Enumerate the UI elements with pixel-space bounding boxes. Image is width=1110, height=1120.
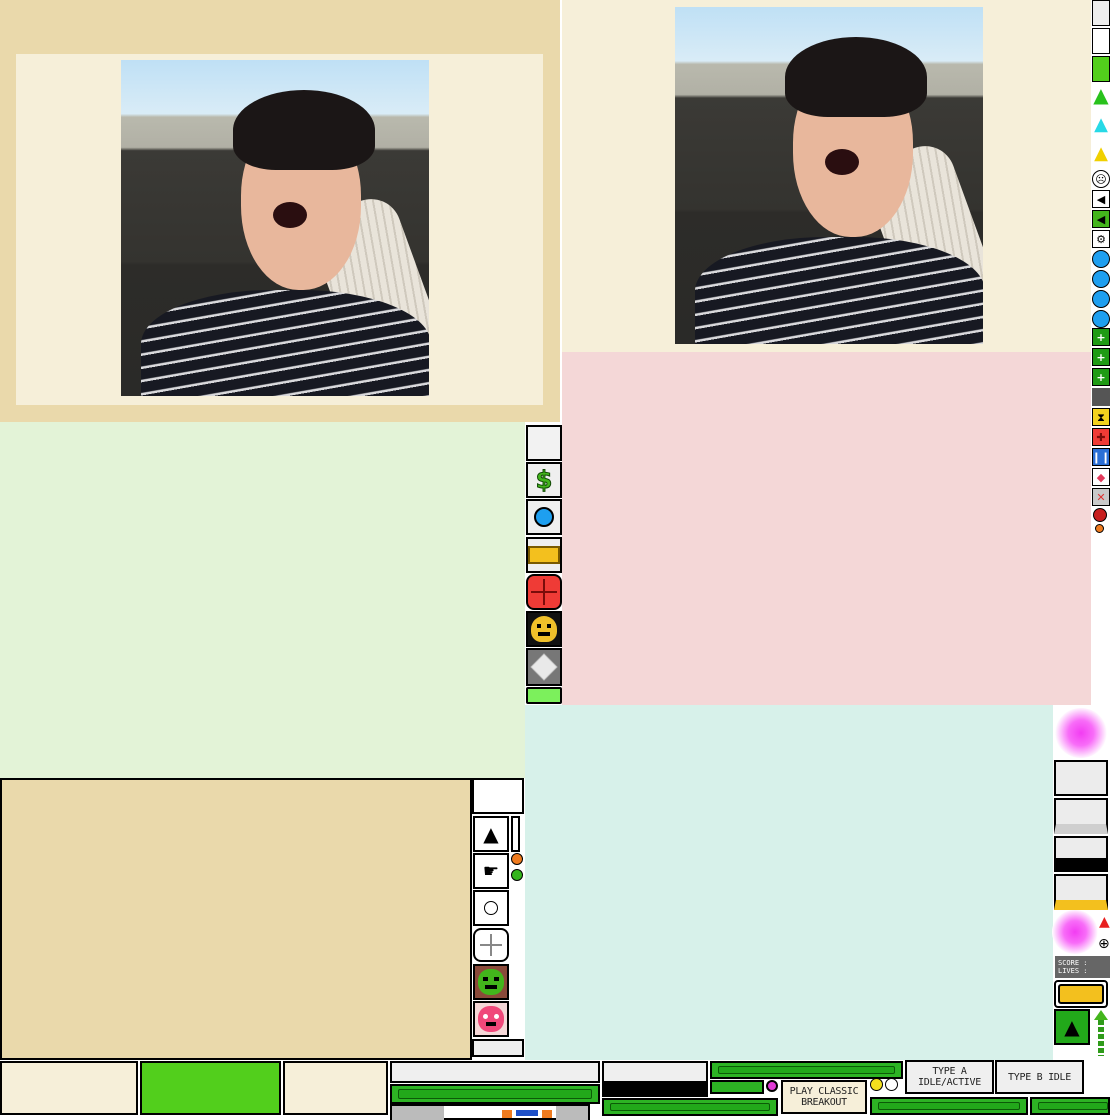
blank-button[interactable] — [1054, 836, 1108, 872]
green-progress-bar — [710, 1061, 903, 1079]
top-right-panel — [562, 0, 1091, 352]
bottom-left-panel — [0, 778, 472, 1060]
dollar-icon[interactable]: $ — [526, 462, 562, 498]
blank-button[interactable] — [472, 778, 524, 814]
cross-box-icon[interactable]: ✕ — [1092, 488, 1110, 506]
red-target-icon[interactable]: ✚ — [1092, 428, 1110, 446]
type-b-button[interactable]: TYPE B IDLE — [995, 1060, 1084, 1094]
shield-icon[interactable]: ◆ — [1092, 468, 1110, 486]
blue-ball-icon[interactable] — [1092, 310, 1110, 328]
type-b-label: TYPE B IDLE — [1008, 1071, 1071, 1083]
orange-dot-icon[interactable] — [1095, 524, 1104, 533]
top-left-panel — [0, 0, 560, 422]
blank-button[interactable] — [1054, 760, 1108, 796]
green-monster-icon[interactable] — [473, 964, 509, 1000]
blank-button[interactable] — [1092, 28, 1110, 54]
white-ball-icon — [885, 1078, 898, 1091]
green-coin-icon — [511, 869, 523, 881]
yellow-bar-icon[interactable] — [526, 537, 562, 573]
play-classic-breakout-button[interactable]: PLAY CLASSIC BREAKOUT — [781, 1080, 867, 1114]
magenta-ball-icon — [766, 1080, 778, 1092]
hand-pointer-icon[interactable]: ☛ — [473, 853, 509, 889]
blue-ball-icon[interactable] — [1092, 270, 1110, 288]
cyan-cursor-icon[interactable]: ▲ — [1092, 116, 1110, 134]
type-a-label: TYPE A IDLE/ACTIVE — [918, 1066, 981, 1088]
small-side-bar — [511, 816, 520, 852]
green-button[interactable] — [1092, 56, 1110, 82]
player-photo-right — [675, 7, 983, 344]
yellow-cursor-icon[interactable]: ▲ — [1092, 145, 1110, 163]
green-cross-icon[interactable]: + — [1092, 348, 1110, 366]
blank-button[interactable] — [390, 1061, 600, 1083]
hourglass-icon[interactable]: ⧗ — [1092, 408, 1110, 426]
green-bar-icon[interactable] — [526, 687, 562, 704]
pink-panel — [562, 352, 1091, 705]
cream-button[interactable] — [0, 1061, 138, 1115]
skull-icon[interactable]: ☹ — [1092, 170, 1110, 188]
green-up-arrow-icon — [1094, 1010, 1108, 1058]
score-label: SCORE : — [1058, 959, 1088, 967]
green-progress-bar — [710, 1080, 764, 1094]
speaker-active-icon[interactable]: ◀ — [1092, 210, 1110, 228]
gear-icon[interactable]: ⚙ — [1092, 230, 1110, 248]
magenta-glow-icon — [1052, 910, 1098, 954]
green-progress-bar — [1030, 1097, 1110, 1115]
green-progress-bar — [602, 1098, 778, 1116]
blue-ball-icon[interactable] — [1092, 250, 1110, 268]
orange-dot-icon — [511, 853, 523, 865]
blue-ball-icon[interactable] — [1092, 290, 1110, 308]
speaker-icon[interactable]: ◀ — [1092, 190, 1110, 208]
red-bomb-icon[interactable] — [1093, 508, 1107, 522]
blank-button[interactable] — [472, 1039, 524, 1057]
yellow-monster-icon[interactable] — [526, 611, 562, 647]
yellow-ball-icon — [870, 1078, 883, 1091]
yellow-strip-button[interactable] — [1054, 874, 1108, 910]
blank-button[interactable] — [526, 425, 562, 461]
yellow-paddle-button[interactable] — [1054, 980, 1108, 1008]
blank-button[interactable] — [602, 1061, 708, 1083]
lives-label: LIVES : — [1058, 967, 1088, 975]
chevron-up-icon[interactable]: ▲ — [473, 816, 509, 852]
add-circle-icon[interactable]: ⊕ — [1098, 936, 1110, 952]
mini-playfield — [390, 1104, 590, 1120]
player-photo-left — [121, 60, 429, 396]
white-ball-icon[interactable] — [473, 890, 509, 926]
green-button[interactable] — [140, 1061, 281, 1115]
chevron-up-button[interactable]: ▲ — [1054, 1009, 1090, 1045]
green-progress-bar — [390, 1084, 600, 1104]
red-crosshair-icon[interactable] — [526, 574, 562, 610]
black-bar — [602, 1083, 708, 1097]
green-cross-icon[interactable]: + — [1092, 368, 1110, 386]
green-progress-bar — [870, 1097, 1028, 1115]
cream-button[interactable] — [283, 1061, 388, 1115]
play-classic-label: PLAY CLASSIC BREAKOUT — [789, 1086, 859, 1108]
photo-frame-left — [16, 54, 543, 405]
type-a-button[interactable]: TYPE A IDLE/ACTIVE — [905, 1060, 994, 1094]
green-cross-icon[interactable]: + — [1092, 328, 1110, 346]
pause-icon[interactable]: ❙❙ — [1092, 448, 1110, 466]
right-column-divider — [1092, 388, 1110, 406]
blank-button[interactable] — [1092, 0, 1110, 26]
mint-panel — [525, 705, 1053, 1060]
pink-monster-icon[interactable] — [473, 1001, 509, 1037]
dollar-glyph: $ — [535, 466, 553, 495]
blue-ball-icon[interactable] — [526, 499, 562, 535]
green-cursor-icon[interactable]: ▲ — [1092, 85, 1110, 105]
red-cursor-icon[interactable]: ▲ — [1099, 914, 1110, 930]
magenta-glow-icon — [1055, 708, 1107, 758]
green-panel — [0, 422, 525, 778]
blank-button[interactable] — [1054, 798, 1108, 834]
crosshair-icon[interactable] — [473, 928, 509, 962]
score-lives-panel: SCORE : LIVES : — [1055, 956, 1110, 978]
cube-icon[interactable] — [526, 648, 562, 686]
